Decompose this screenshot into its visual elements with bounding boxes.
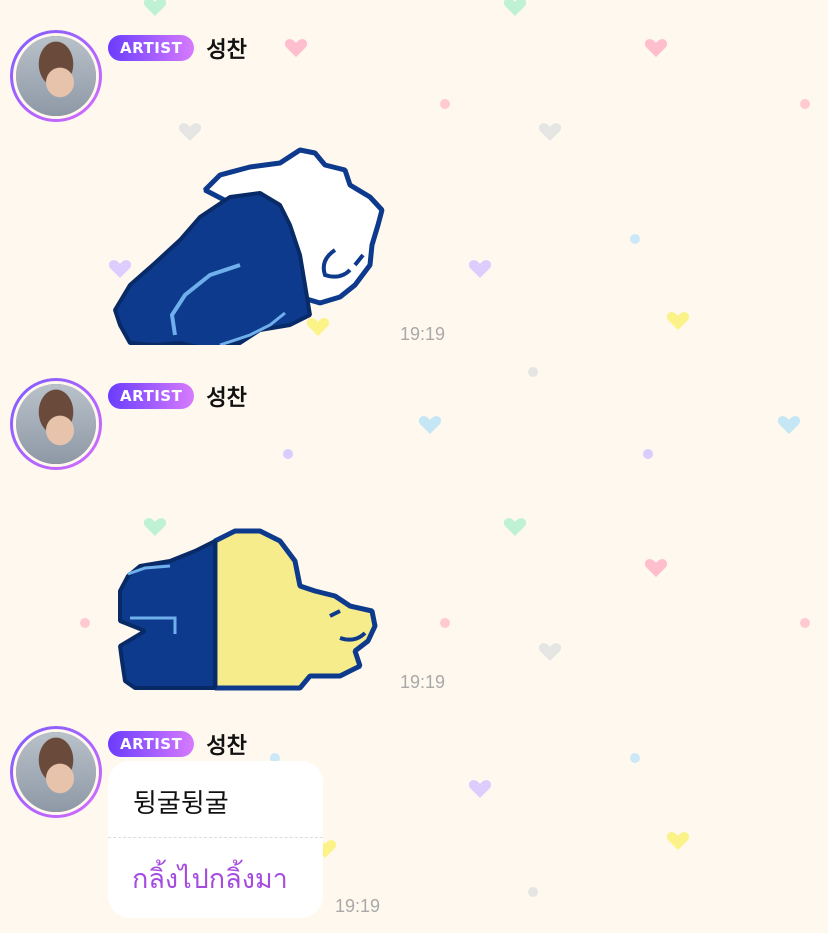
message-bubble[interactable]: 뒹굴뒹굴 กลิ้งไปกลิ้งมา <box>108 761 323 918</box>
message-timestamp: 19:19 <box>400 324 446 344</box>
message-translation: กลิ้งไปกลิ้งมา <box>132 864 288 895</box>
avatar[interactable] <box>10 378 102 470</box>
avatar[interactable] <box>10 726 102 818</box>
message-timestamp: 19:19 <box>335 896 381 916</box>
sender-name[interactable]: 성찬 <box>206 380 246 412</box>
artist-badge: ARTIST <box>108 35 195 61</box>
artist-badge: ARTIST <box>108 731 195 757</box>
translation-divider <box>108 837 323 838</box>
sleeping-bear-white-sticker[interactable] <box>100 145 390 345</box>
sleeping-bear-yellow-sticker[interactable] <box>100 526 390 696</box>
message-timestamp: 19:19 <box>400 672 446 692</box>
avatar[interactable] <box>10 30 102 122</box>
artist-badge: ARTIST <box>108 383 195 409</box>
sender-name[interactable]: 성찬 <box>206 32 246 64</box>
message-header: ARTIST 성찬 <box>108 32 247 64</box>
message-header: ARTIST 성찬 <box>108 728 247 760</box>
sender-name[interactable]: 성찬 <box>206 728 246 760</box>
message-text: 뒹굴뒹굴 <box>133 789 229 819</box>
message-header: ARTIST 성찬 <box>108 380 247 412</box>
